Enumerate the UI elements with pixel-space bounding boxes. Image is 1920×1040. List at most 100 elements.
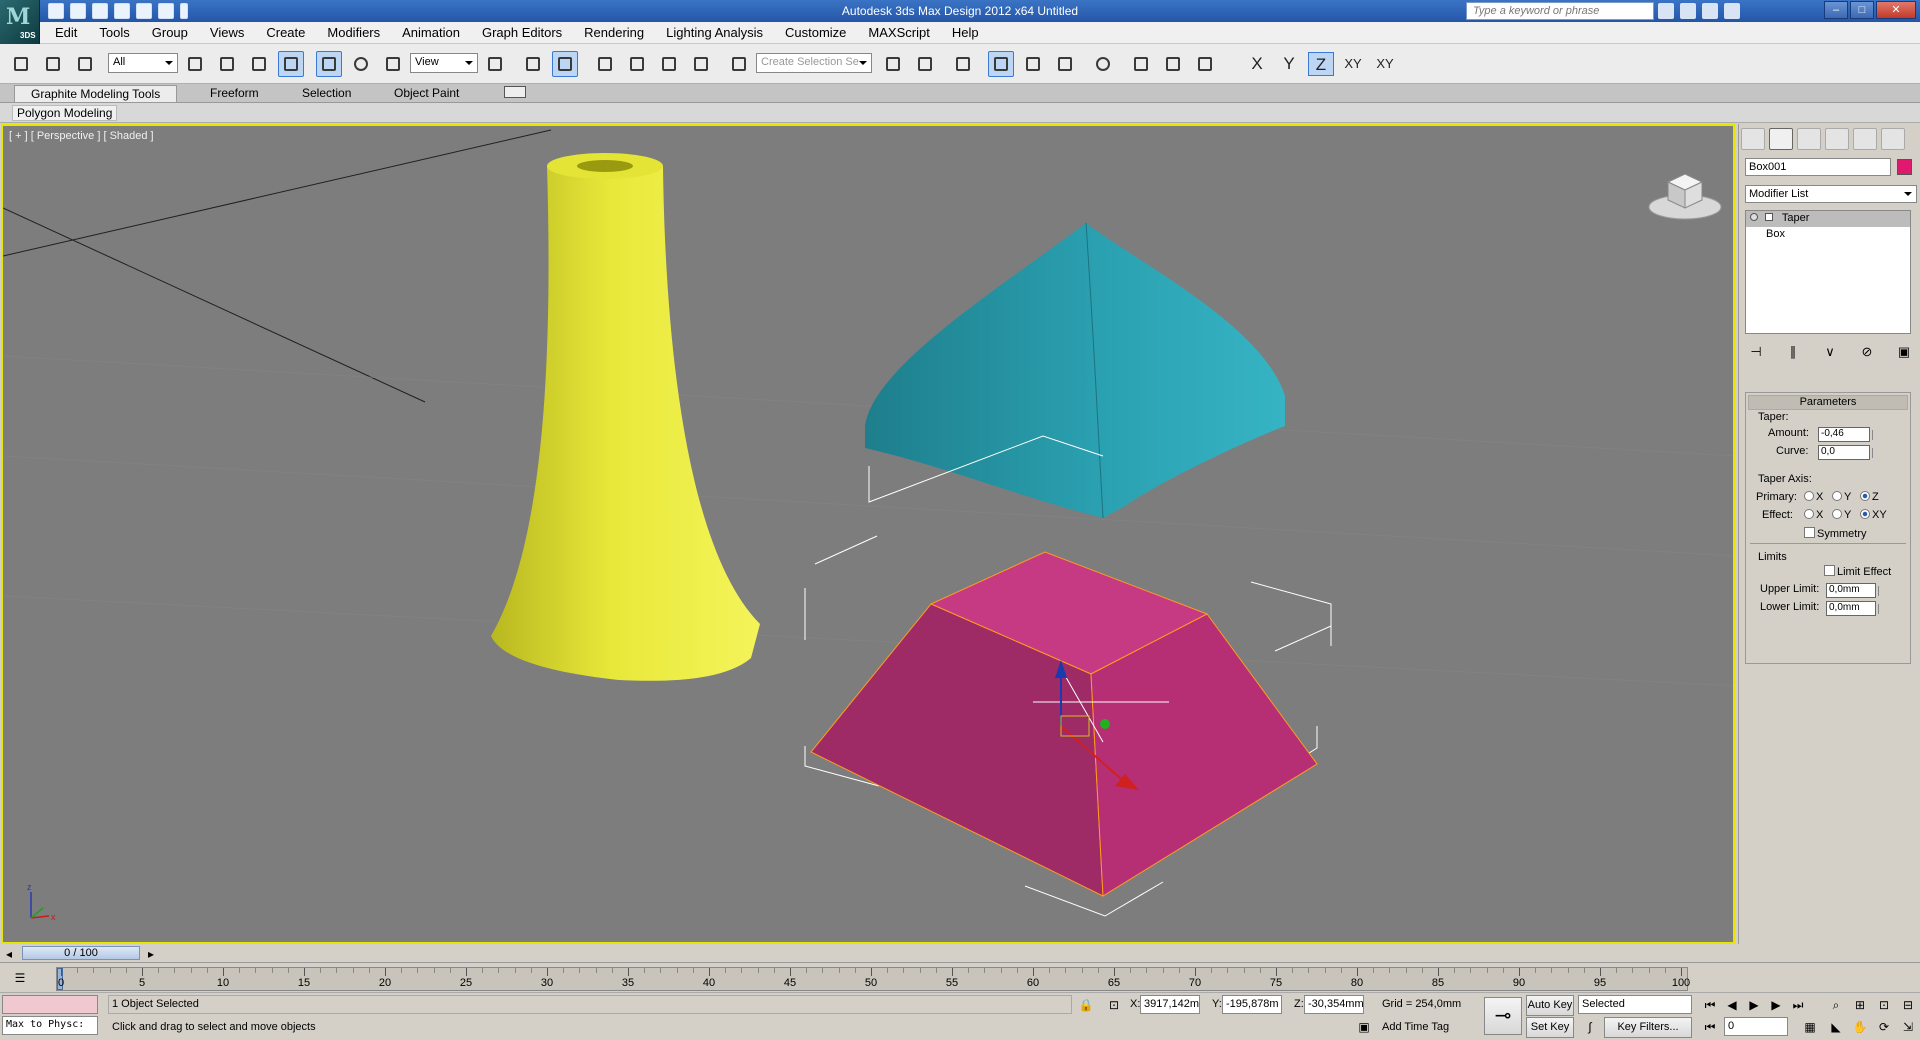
tab-object-paint[interactable]: Object Paint (394, 86, 459, 100)
modifier-list-dropdown[interactable]: Modifier List (1745, 185, 1917, 203)
time-tag-icon[interactable]: ▣ (1354, 1017, 1374, 1037)
menu-create[interactable]: Create (255, 25, 316, 40)
maximize-icon[interactable]: □ (1850, 1, 1874, 19)
keyboard-shortcut-icon[interactable] (552, 51, 578, 77)
menu-graph-editors[interactable]: Graph Editors (471, 25, 573, 40)
menu-tools[interactable]: Tools (88, 25, 140, 40)
star-icon[interactable] (1702, 3, 1718, 19)
curve-spinner[interactable]: 0,0 (1818, 445, 1873, 460)
axis-z-button[interactable]: Z (1308, 52, 1334, 76)
zoom-all-icon[interactable]: ⊞ (1850, 995, 1870, 1015)
pivot-center-icon[interactable] (482, 51, 508, 77)
viewcube-icon[interactable] (1646, 162, 1724, 222)
set-key-mode-icon[interactable]: ⊸ (1484, 997, 1522, 1035)
time-slider-thumb[interactable]: 0 / 100 (22, 946, 140, 960)
key-mode-toggle-icon[interactable]: ⏮ (1700, 1017, 1720, 1037)
curve-editor-icon[interactable] (1020, 51, 1046, 77)
amount-spinner[interactable]: -0,46 (1818, 427, 1873, 442)
menu-lighting-analysis[interactable]: Lighting Analysis (655, 25, 774, 40)
upper-limit-spinner[interactable]: 0,0mm (1826, 583, 1879, 598)
panel-polygon-modeling[interactable]: Polygon Modeling (12, 105, 118, 121)
reference-coord-dropdown[interactable]: View (410, 53, 478, 73)
time-configuration-icon[interactable]: ▦ (1800, 1017, 1820, 1037)
binoculars-icon[interactable] (1658, 3, 1674, 19)
select-manipulate-icon[interactable] (520, 51, 546, 77)
mirror-icon[interactable] (880, 51, 906, 77)
remove-modifier-icon[interactable]: ⊘ (1858, 344, 1876, 360)
angle-snap-icon[interactable] (624, 51, 650, 77)
y-coord-field[interactable]: -195,878m (1222, 995, 1282, 1014)
go-to-start-icon[interactable]: ⏮ (1700, 995, 1720, 1015)
ribbon-options-icon[interactable] (504, 86, 526, 98)
utilities-tab-icon[interactable] (1881, 128, 1905, 150)
hierarchy-tab-icon[interactable] (1797, 128, 1821, 150)
slider-prev-icon[interactable]: ◂ (0, 944, 18, 962)
render-setup-icon[interactable] (1128, 51, 1154, 77)
pan-view-icon[interactable]: ✋ (1850, 1017, 1870, 1037)
rect-selection-icon[interactable] (246, 51, 272, 77)
lower-limit-spinner[interactable]: 0,0mm (1826, 601, 1879, 616)
menu-maxscript[interactable]: MAXScript (857, 25, 940, 40)
axis-xy-button[interactable]: XY (1340, 52, 1366, 76)
bind-space-warp-icon[interactable] (72, 51, 98, 77)
effect-y-radio[interactable]: Y (1832, 509, 1851, 521)
app-logo[interactable]: M 3DS (0, 0, 40, 44)
bulb-icon[interactable] (1750, 213, 1758, 221)
yellow-vase-object[interactable] (491, 153, 760, 681)
rendered-frame-icon[interactable] (1160, 51, 1186, 77)
menu-modifiers[interactable]: Modifiers (316, 25, 391, 40)
pin-stack-icon[interactable]: ⊣ (1747, 344, 1765, 360)
orbit-icon[interactable]: ⟳ (1874, 1017, 1894, 1037)
zoom-icon[interactable]: ⌕ (1826, 995, 1846, 1015)
effect-xy-radio[interactable]: XY (1860, 509, 1887, 521)
previous-frame-icon[interactable]: ◀ (1722, 995, 1742, 1015)
tab-graphite-modeling-tools[interactable]: Graphite Modeling Tools (14, 85, 178, 102)
tab-selection[interactable]: Selection (302, 86, 351, 100)
window-crossing-icon[interactable] (278, 51, 304, 77)
unlink-icon[interactable] (40, 51, 66, 77)
selection-filter-dropdown[interactable]: All (108, 53, 178, 73)
field-of-view-icon[interactable]: ◣ (1826, 1017, 1846, 1037)
snap-toggle-icon[interactable] (592, 51, 618, 77)
make-unique-icon[interactable]: ∨ (1821, 344, 1839, 360)
maxscript-mini-listener[interactable]: Max to Physc: (2, 1016, 98, 1035)
zoom-extents-all-icon[interactable]: ⊟ (1898, 995, 1918, 1015)
next-frame-icon[interactable]: ▶ (1766, 995, 1786, 1015)
maximize-viewport-icon[interactable]: ⇲ (1898, 1017, 1918, 1037)
magenta-taper-box-object[interactable] (810, 551, 1318, 897)
key-mode-dropdown[interactable]: Selected (1578, 995, 1692, 1014)
material-editor-icon[interactable] (1090, 51, 1116, 77)
expand-icon[interactable] (1765, 213, 1774, 221)
layer-manager-icon[interactable] (950, 51, 976, 77)
maxscript-listener-pink[interactable] (2, 995, 98, 1014)
object-color-swatch[interactable] (1897, 159, 1912, 175)
primary-y-radio[interactable]: Y (1832, 491, 1851, 503)
motion-tab-icon[interactable] (1825, 128, 1849, 150)
auto-key-button[interactable]: Auto Key (1526, 995, 1574, 1016)
menu-help[interactable]: Help (941, 25, 990, 40)
select-and-move-icon[interactable] (316, 51, 342, 77)
display-tab-icon[interactable] (1853, 128, 1877, 150)
primary-x-radio[interactable]: X (1804, 491, 1823, 503)
select-object-icon[interactable] (182, 51, 208, 77)
limit-effect-checkbox[interactable]: Limit Effect (1824, 565, 1891, 578)
menu-views[interactable]: Views (199, 25, 255, 40)
zoom-extents-icon[interactable]: ⊡ (1874, 995, 1894, 1015)
key-filters-button[interactable]: Key Filters... (1604, 1017, 1692, 1038)
align-icon[interactable] (912, 51, 938, 77)
mini-curve-editor-icon[interactable]: ☰ (10, 968, 30, 988)
select-and-scale-icon[interactable] (380, 51, 406, 77)
menu-edit[interactable]: Edit (44, 25, 88, 40)
stack-item-box[interactable]: Box (1746, 227, 1910, 243)
render-production-icon[interactable] (1192, 51, 1218, 77)
close-icon[interactable]: ✕ (1876, 1, 1916, 19)
graphite-toggle-icon[interactable] (988, 51, 1014, 77)
perspective-viewport[interactable]: [ + ] [ Perspective ] [ Shaded ] z x (1, 124, 1735, 944)
default-tangent-icon[interactable]: ∫ (1580, 1017, 1600, 1037)
select-by-name-icon[interactable] (214, 51, 240, 77)
teal-dome-object[interactable] (865, 222, 1285, 519)
timeline-ruler[interactable]: 0 5 10 15 20 25 30 35 40 45 50 55 60 65 70 75 80 85 90 95 10… (56, 967, 1690, 991)
communication-icon[interactable] (1680, 3, 1696, 19)
axis-xy-cycle-button[interactable]: XY (1372, 52, 1398, 76)
menu-customize[interactable]: Customize (774, 25, 857, 40)
